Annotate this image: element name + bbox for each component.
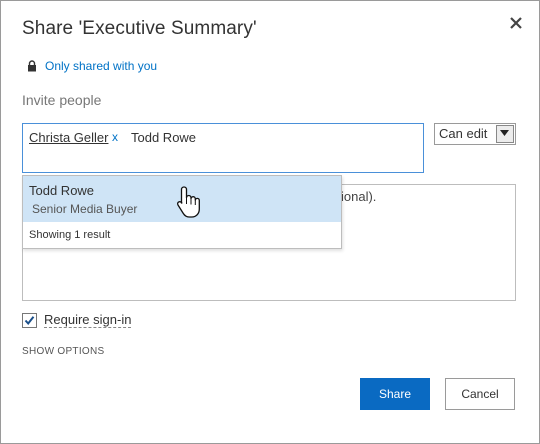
lock-icon [28,60,36,72]
close-icon[interactable] [507,13,525,33]
typed-text: Todd Rowe [131,130,197,145]
result-count: Showing 1 result [29,229,111,241]
share-dialog: Share 'Executive Summary' Only shared wi… [0,0,540,444]
sharing-status[interactable]: Only shared with you [27,59,157,73]
suggestion-role: Senior Media Buyer [32,202,138,216]
message-placeholder: ional). [341,189,377,204]
dialog-title: Share 'Executive Summary' [22,18,257,39]
require-signin-checkbox[interactable] [22,313,37,328]
cancel-button[interactable]: Cancel [445,378,515,410]
share-button[interactable]: Share [360,378,430,410]
person-token[interactable]: Christa Geller [29,130,108,145]
permission-select[interactable]: Can edit [434,123,516,145]
require-signin-label[interactable]: Require sign-in [44,312,132,328]
suggestion-name: Todd Rowe [29,183,95,198]
sharing-status-label: Only shared with you [45,59,158,73]
invite-people-label: Invite people [22,92,102,108]
permission-value: Can edit [439,126,488,141]
hand-cursor-icon [176,186,200,218]
chevron-down-icon[interactable] [496,125,514,143]
show-options-link[interactable]: SHOW OPTIONS [22,346,105,357]
remove-token-button[interactable]: x [112,130,118,144]
invite-people-input[interactable]: Christa Geller x Todd Rowe [22,123,424,173]
